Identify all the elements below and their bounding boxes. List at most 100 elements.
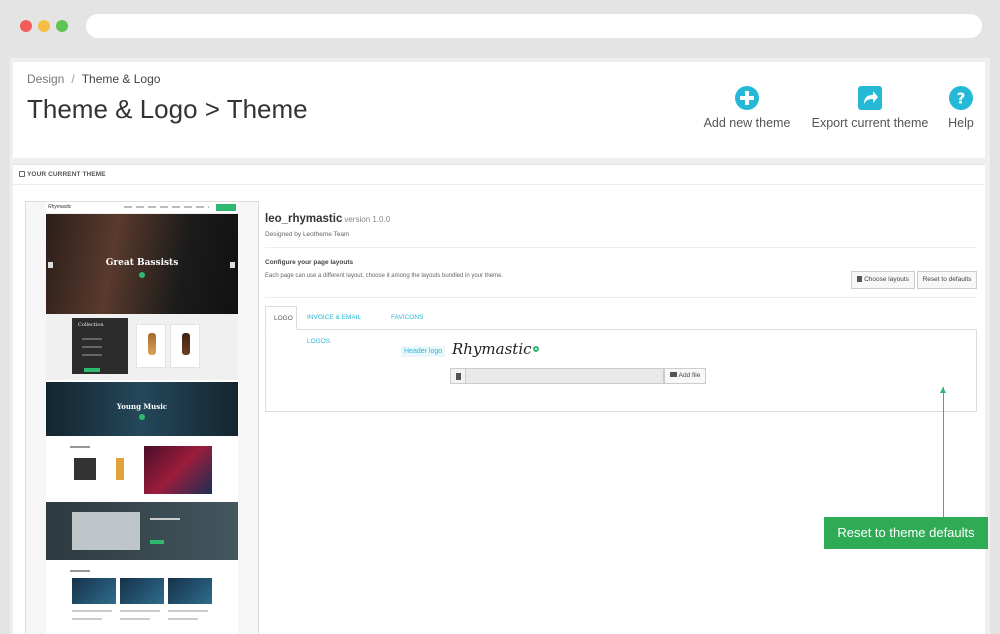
preview-concert-image — [144, 446, 212, 494]
theme-designer: Designed by Leotheme Team — [265, 231, 350, 238]
preview-band-dot — [139, 414, 145, 420]
guitar-icon — [148, 333, 156, 355]
preview-cta — [216, 204, 236, 211]
preview-artist-button — [150, 540, 164, 544]
preview-prev-arrow — [48, 262, 53, 268]
panel-heading-text: YOUR CURRENT THEME — [27, 171, 106, 178]
page-title: Theme & Logo > Theme — [27, 94, 308, 124]
address-bar[interactable] — [86, 14, 982, 38]
preview-latest-blogs-section — [46, 566, 238, 634]
minimize-window-dot[interactable] — [38, 20, 50, 32]
add-new-theme-label: Add new theme — [703, 116, 791, 130]
layouts-description: Each page can use a different layout, ch… — [265, 273, 504, 279]
logo-file-input[interactable] — [466, 368, 664, 384]
breadcrumb-separator: / — [71, 72, 75, 86]
preview-blog-line — [120, 618, 150, 620]
preview-collection-line — [82, 338, 102, 340]
logo-dot-icon — [532, 346, 539, 352]
panel-divider — [13, 184, 985, 185]
page-viewport: Design / Theme & Logo Theme & Logo > Theme… — [10, 58, 990, 634]
preview-brand: Rhymastic — [48, 204, 72, 210]
reset-to-defaults-label: Reset to defaults — [922, 276, 972, 283]
preview-young-music-banner: Young Music — [46, 382, 238, 436]
export-current-theme-button[interactable]: Export current theme — [807, 86, 933, 130]
tab-invoice-email-logos[interactable]: INVOICE & EMAIL LOGOS — [299, 306, 383, 345]
reset-callout-label: Reset to theme defaults — [824, 517, 988, 549]
svg-text:?: ? — [957, 90, 966, 108]
page-header: Design / Theme & Logo Theme & Logo > Theme… — [13, 62, 985, 158]
add-file-label: Add file — [678, 372, 701, 379]
preview-blog-line — [120, 610, 160, 612]
preview-collection-box: Collection — [72, 318, 128, 374]
tab-favicons[interactable]: FAVICONS — [383, 306, 427, 330]
preview-section-heading — [70, 570, 90, 572]
tab-logo[interactable]: LOGO — [265, 306, 297, 330]
preview-artist-image — [72, 512, 140, 550]
file-glyph-icon — [456, 373, 461, 380]
close-window-dot[interactable] — [20, 20, 32, 32]
preview-artist-banner — [46, 502, 238, 560]
add-file-button[interactable]: Add file — [664, 368, 706, 384]
preview-navbar: Rhymastic — [46, 202, 238, 214]
preview-blog-thumb — [72, 578, 116, 604]
preview-product-card — [170, 324, 200, 368]
preview-hero-banner: Great Bassists — [46, 214, 238, 314]
theme-name: leo_rhymastic version 1.0.0 — [265, 213, 390, 225]
preview-product-image — [116, 458, 124, 480]
browser-chrome — [0, 0, 1000, 52]
question-circle-icon: ? — [949, 86, 973, 110]
preview-collection-section: Collection — [46, 314, 238, 380]
choose-layouts-button[interactable]: Choose layouts — [851, 271, 915, 289]
layouts-title: Configure your page layouts — [265, 259, 354, 266]
logo-tabs: LOGO INVOICE & EMAIL LOGOS FAVICONS — [265, 306, 977, 345]
reset-to-defaults-button[interactable]: Reset to defaults — [917, 271, 977, 289]
preview-collection-button — [84, 368, 100, 372]
file-icon — [450, 368, 466, 384]
preview-blog-line — [168, 618, 198, 620]
preview-best-seller-section — [46, 440, 238, 496]
preview-blog-thumb — [120, 578, 164, 604]
callout-line — [943, 387, 944, 517]
help-button[interactable]: ? Help — [945, 86, 977, 130]
maximize-window-dot[interactable] — [56, 20, 68, 32]
preview-product-card — [136, 324, 166, 368]
theme-name-text: leo_rhymastic — [265, 213, 343, 225]
header-logo-label: Header logo — [401, 346, 446, 357]
theme-version: version 1.0.0 — [344, 215, 391, 224]
help-label: Help — [948, 116, 974, 130]
preview-artist-line — [150, 518, 180, 520]
plus-circle-icon — [735, 86, 759, 110]
preview-collection-line — [82, 354, 102, 356]
preview-blog-line — [72, 618, 102, 620]
logo-tab-content: Header logo Rhymastic Add file — [265, 330, 977, 412]
preview-collection-line — [82, 346, 102, 348]
add-new-theme-button[interactable]: Add new theme — [697, 86, 797, 130]
preview-blog-line — [72, 610, 112, 612]
panel-heading: YOUR CURRENT THEME — [19, 171, 106, 178]
logo-text: Rhymastic — [452, 340, 532, 358]
preview-hero-dot — [139, 272, 145, 278]
breadcrumb: Design / Theme & Logo — [27, 72, 160, 86]
header-logo-preview: Rhymastic — [452, 340, 539, 358]
preview-blog-line — [168, 610, 208, 612]
file-icon — [857, 276, 863, 282]
divider — [265, 247, 977, 248]
share-arrow-icon — [858, 86, 882, 110]
export-current-theme-label: Export current theme — [811, 116, 929, 130]
preview-blog-thumb — [168, 578, 212, 604]
breadcrumb-current: Theme & Logo — [81, 72, 161, 86]
preview-next-arrow — [230, 262, 235, 268]
preview-section-heading — [70, 446, 90, 448]
preview-collection-label: Collection — [78, 322, 104, 328]
breadcrumb-design-link[interactable]: Design — [27, 72, 64, 86]
logo-file-upload: Add file — [450, 368, 706, 384]
divider — [265, 297, 977, 298]
preview-page: Rhymastic Great Bassists Collection Youn… — [46, 202, 238, 634]
theme-panel-icon — [19, 171, 25, 177]
guitar-icon — [182, 333, 190, 355]
current-theme-panel: YOUR CURRENT THEME Rhymastic Great Bassi… — [13, 164, 988, 634]
theme-preview-screenshot: Rhymastic Great Bassists Collection Youn… — [25, 201, 259, 634]
preview-product-image — [74, 458, 96, 480]
folder-open-icon — [669, 372, 677, 377]
preview-hero-title: Great Bassists — [105, 258, 179, 268]
